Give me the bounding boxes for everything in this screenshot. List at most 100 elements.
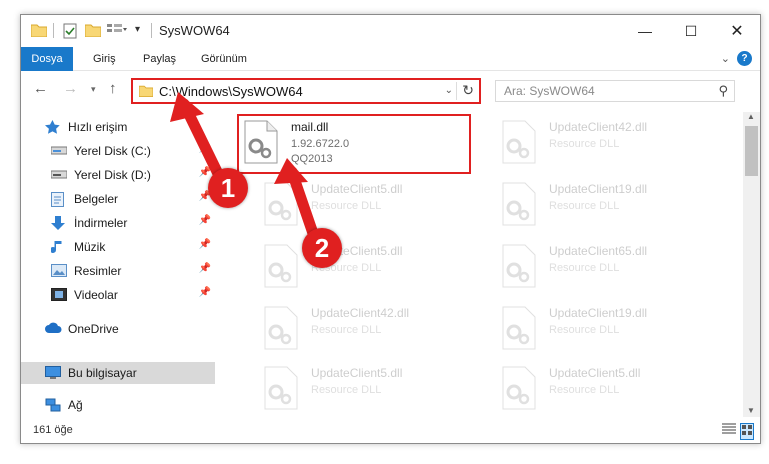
title-separator <box>53 23 54 38</box>
dll-file-icon <box>501 120 539 166</box>
documents-icon <box>51 192 67 207</box>
file-name: UpdateClient42.dll <box>549 120 648 134</box>
file-name: UpdateClient5.dll <box>549 366 641 380</box>
sidebar-item-label: Ağ <box>68 398 83 412</box>
sidebar-item-label: OneDrive <box>68 322 119 336</box>
file-tile[interactable]: UpdateClient42.dll Resource DLL <box>497 116 727 172</box>
file-tile[interactable]: UpdateClient42.dll Resource DLL <box>259 302 489 358</box>
pin-icon[interactable]: 📌 <box>199 143 211 154</box>
back-icon[interactable]: ← <box>33 80 48 97</box>
folder-icon <box>138 84 154 100</box>
download-icon <box>51 216 67 230</box>
sidebar-item-pictures[interactable]: Resimler 📌 <box>21 260 215 282</box>
dll-file-icon <box>243 120 281 166</box>
file-desc: Resource DLL <box>549 324 620 336</box>
pin-icon[interactable]: 📌 <box>199 167 211 178</box>
folder-icon[interactable] <box>30 23 48 39</box>
file-tile[interactable]: UpdateClient5.dll Resource DLL <box>259 240 489 296</box>
dll-file-icon <box>263 306 301 352</box>
refresh-icon[interactable]: ↻ <box>462 82 474 99</box>
file-tile[interactable]: UpdateClient5.dll Resource DLL <box>259 178 489 234</box>
item-count: 161 öğe <box>33 424 73 436</box>
file-tile[interactable]: UpdateClient5.dll Resource DLL <box>259 362 489 412</box>
sidebar-item-network[interactable]: Ağ <box>21 394 215 416</box>
pin-icon[interactable]: 📌 <box>199 215 211 226</box>
sidebar-item-documents[interactable]: Belgeler 📌 <box>21 188 215 210</box>
tab-view[interactable]: Görünüm <box>191 47 257 71</box>
sidebar-item-label: Resimler <box>74 264 122 278</box>
up-icon[interactable]: ↑ <box>109 80 117 97</box>
file-name: UpdateClient19.dll <box>549 306 648 320</box>
recent-locations-icon[interactable]: ▾ <box>91 84 96 95</box>
dll-file-icon <box>501 366 539 412</box>
file-tile[interactable]: UpdateClient19.dll Resource DLL <box>497 178 727 234</box>
sidebar-item-label: Bu bilgisayar <box>68 366 137 380</box>
vertical-scrollbar[interactable]: ▲ ▼ <box>743 112 760 417</box>
navigation-bar: ← → ▾ ↑ C:\Windows\SysWOW64 ⌄ ↻ Ara: Sys… <box>21 72 760 108</box>
file-tile[interactable]: UpdateClient65.dll Resource DLL <box>497 240 727 296</box>
sidebar-item-label: İndirmeler <box>74 216 128 230</box>
pin-icon[interactable]: 📌 <box>199 287 211 298</box>
sidebar-item-label: Videolar <box>74 288 118 302</box>
sidebar-item-videos[interactable]: Videolar 📌 <box>21 284 215 306</box>
address-path[interactable]: C:\Windows\SysWOW64 <box>159 84 303 99</box>
file-version: 1.92.6722.0 <box>291 138 350 150</box>
expand-ribbon-icon[interactable]: ⌄ <box>721 52 730 65</box>
sidebar-item-this-pc[interactable]: Bu bilgisayar <box>21 362 215 384</box>
file-desc: Resource DLL <box>549 262 620 274</box>
minimize-button[interactable]: — <box>622 15 668 47</box>
star-icon <box>45 120 61 134</box>
details-view-icon[interactable] <box>722 423 736 438</box>
file-desc: Resource DLL <box>311 324 382 336</box>
pin-icon[interactable]: 📌 <box>199 239 211 250</box>
customize-icon[interactable] <box>107 23 127 39</box>
cloud-icon <box>45 322 62 336</box>
close-button[interactable]: ✕ <box>714 15 760 47</box>
sidebar-item-music[interactable]: Müzik 📌 <box>21 236 215 258</box>
step-2-badge: 2 <box>302 228 342 268</box>
address-bar[interactable]: C:\Windows\SysWOW64 ⌄ ↻ <box>131 78 481 104</box>
pin-icon[interactable]: 📌 <box>199 263 211 274</box>
pictures-icon <box>51 264 67 278</box>
maximize-button[interactable]: ☐ <box>668 15 714 47</box>
step-1-badge: 1 <box>208 168 248 208</box>
sidebar-item-label: Hızlı erişim <box>68 120 128 134</box>
file-tile[interactable]: UpdateClient19.dll Resource DLL <box>497 302 727 358</box>
file-name: UpdateClient42.dll <box>311 306 410 320</box>
title-separator-2 <box>151 23 152 38</box>
title-bar: ▾ SysWOW64 — ☐ ✕ <box>21 15 760 47</box>
sidebar-item-label: Belgeler <box>74 192 119 206</box>
scroll-thumb[interactable] <box>745 126 758 176</box>
scroll-up-icon[interactable]: ▲ <box>747 112 755 121</box>
tiles-view-icon[interactable] <box>740 423 754 440</box>
file-desc: Resource DLL <box>549 138 620 150</box>
quick-access-dropdown-icon[interactable]: ▾ <box>135 24 140 40</box>
sidebar-item-local-disk-d[interactable]: Yerel Disk (D:) 📌 <box>21 164 215 186</box>
sidebar-item-quick-access[interactable]: Hızlı erişim <box>21 116 215 138</box>
help-icon[interactable]: ? <box>737 51 752 66</box>
address-dropdown-icon[interactable]: ⌄ <box>445 85 453 96</box>
sidebar-item-local-disk-c[interactable]: Yerel Disk (C:) 📌 <box>21 140 215 162</box>
videos-icon <box>51 288 67 302</box>
dll-file-icon <box>263 244 301 290</box>
dll-file-icon <box>501 244 539 290</box>
file-tile-mail-dll[interactable]: mail.dll 1.92.6722.0 QQ2013 <box>237 114 471 174</box>
sidebar-item-onedrive[interactable]: OneDrive <box>21 318 215 340</box>
tab-home[interactable]: Giriş <box>83 47 126 71</box>
search-input[interactable]: Ara: SysWOW64 ⚲ <box>495 80 735 102</box>
forward-icon[interactable]: → <box>63 80 78 97</box>
properties-check-icon[interactable] <box>63 23 77 39</box>
search-placeholder[interactable]: Ara: SysWOW64 <box>504 84 595 98</box>
sidebar-item-downloads[interactable]: İndirmeler 📌 <box>21 212 215 234</box>
explorer-window: ▾ SysWOW64 — ☐ ✕ Dosya Giriş Paylaş Görü… <box>20 14 761 444</box>
tab-share[interactable]: Paylaş <box>133 47 186 71</box>
scroll-down-icon[interactable]: ▼ <box>747 406 755 415</box>
search-icon[interactable]: ⚲ <box>718 83 728 99</box>
file-name: UpdateClient19.dll <box>549 182 648 196</box>
new-folder-icon[interactable] <box>84 23 102 39</box>
file-tile[interactable]: UpdateClient5.dll Resource DLL <box>497 362 727 412</box>
dll-file-icon <box>501 182 539 228</box>
dll-file-icon <box>263 182 301 228</box>
status-bar: 161 öğe <box>21 417 760 443</box>
tab-file[interactable]: Dosya <box>21 47 73 71</box>
